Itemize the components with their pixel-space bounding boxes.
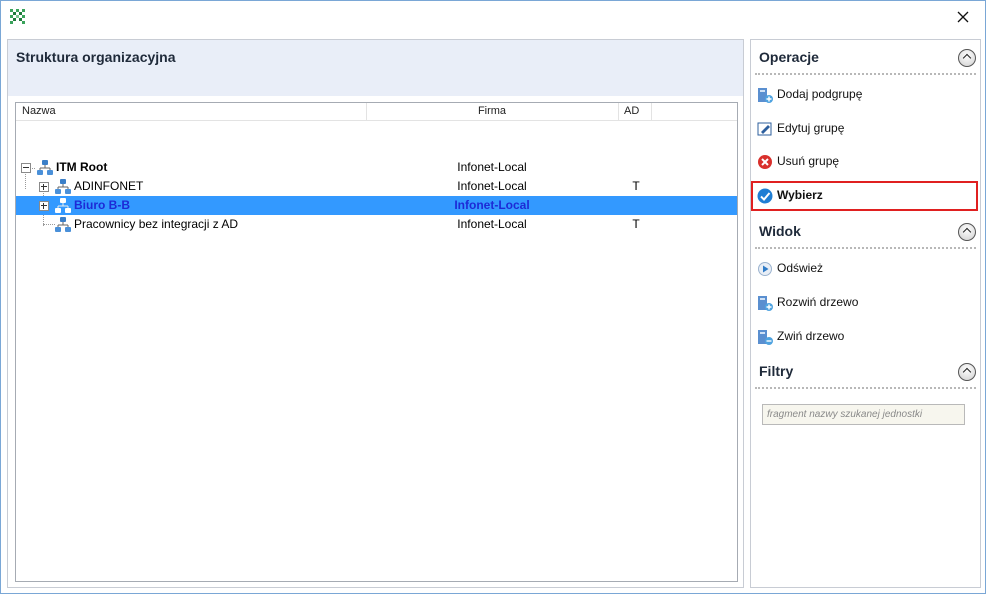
- delete-icon: [758, 155, 772, 169]
- tree-cell-name: ADINFONET: [16, 177, 366, 196]
- expand-tree-icon: [758, 296, 773, 311]
- action-label: Rozwiń drzewo: [777, 295, 859, 309]
- add-subgroup-icon: [758, 88, 773, 103]
- tree-node-label: Pracownicy bez integracji z AD: [74, 217, 239, 231]
- org-tree[interactable]: Nazwa Firma AD ITM Root Infonet-Local AD…: [15, 102, 738, 582]
- close-button[interactable]: [941, 1, 985, 32]
- tree-header: Nazwa Firma AD: [16, 103, 737, 121]
- tree-cell-ad: T: [632, 217, 640, 231]
- tree-cell-firma: Infonet-Local: [457, 160, 527, 174]
- action-label: Dodaj podgrupę: [777, 87, 863, 101]
- column-header-name[interactable]: Nazwa: [16, 103, 367, 120]
- add-subgroup-button[interactable]: Dodaj podgrupę: [752, 81, 979, 109]
- tree-node-label: Biuro B-B: [74, 198, 130, 212]
- section-divider: [755, 247, 976, 249]
- org-unit-icon: [55, 198, 71, 213]
- tree-cell-firma: Infonet-Local: [457, 217, 527, 231]
- tree-cell-ad: [618, 158, 654, 177]
- column-header-firma[interactable]: Firma: [366, 103, 619, 120]
- tree-cell-name: Pracownicy bez integracji z AD: [16, 215, 366, 234]
- action-label: Odśwież: [777, 261, 824, 275]
- collapse-tree-button[interactable]: Zwiń drzewo: [752, 323, 979, 351]
- action-label: Wybierz: [777, 188, 823, 202]
- filter-search-input[interactable]: [762, 404, 965, 425]
- tree-row[interactable]: ITM Root Infonet-Local: [16, 158, 737, 177]
- tree-cell-ad: T: [632, 179, 640, 193]
- expand-node-icon[interactable]: [39, 201, 49, 211]
- section-operacje-header: Operacje: [752, 44, 979, 72]
- tree-row[interactable]: Pracownicy bez integracji z AD Infonet-L…: [16, 215, 737, 234]
- column-header-name-label: Nazwa: [22, 105, 56, 117]
- expand-tree-button[interactable]: Rozwiń drzewo: [752, 289, 979, 317]
- title-bar: [1, 1, 985, 33]
- refresh-button[interactable]: Odśwież: [752, 255, 979, 283]
- column-header-ad-label: AD: [624, 105, 640, 117]
- tree-node-label: ADINFONET: [74, 179, 144, 193]
- column-header-firma-label: Firma: [477, 105, 507, 117]
- tree-cell-name: ITM Root: [16, 158, 366, 177]
- action-label: Usuń grupę: [777, 154, 840, 168]
- action-label: Zwiń drzewo: [777, 329, 845, 343]
- collapse-section-filtry-button[interactable]: [958, 363, 976, 381]
- section-filtry-header: Filtry: [752, 358, 979, 386]
- refresh-icon: [758, 262, 772, 276]
- panel-header: Struktura organizacyjna: [8, 40, 743, 96]
- collapse-section-operacje-button[interactable]: [958, 49, 976, 67]
- dialog-window: Struktura organizacyjna Nazwa Firma AD I…: [0, 0, 986, 594]
- section-title: Widok: [759, 223, 801, 239]
- check-icon: [757, 188, 773, 204]
- tree-row-selected[interactable]: Biuro B-B Infonet-Local: [16, 196, 737, 215]
- org-unit-icon: [55, 179, 71, 194]
- collapse-node-icon[interactable]: [21, 163, 31, 173]
- actions-panel: Operacje Dodaj podgrupę Edytuj grupę Usu…: [750, 39, 981, 588]
- column-header-ad[interactable]: AD: [618, 103, 652, 120]
- tree-node-label: ITM Root: [56, 160, 108, 174]
- panel-title: Struktura organizacyjna: [16, 49, 176, 65]
- org-structure-panel: Struktura organizacyjna Nazwa Firma AD I…: [7, 39, 744, 588]
- delete-group-button[interactable]: Usuń grupę: [752, 148, 979, 176]
- section-title: Operacje: [759, 49, 819, 65]
- section-title: Filtry: [759, 363, 794, 379]
- edit-group-icon: [757, 122, 772, 136]
- org-unit-icon: [55, 217, 71, 232]
- section-divider: [755, 73, 976, 75]
- section-divider: [755, 387, 976, 389]
- collapse-section-widok-button[interactable]: [958, 223, 976, 241]
- tree-row[interactable]: ADINFONET Infonet-Local T: [16, 177, 737, 196]
- org-unit-icon: [37, 160, 53, 175]
- select-button[interactable]: Wybierz: [751, 181, 978, 211]
- section-widok-header: Widok: [752, 218, 979, 246]
- action-label: Edytuj grupę: [777, 121, 845, 135]
- tree-cell-name: Biuro B-B: [16, 196, 366, 215]
- collapse-tree-icon: [758, 330, 773, 345]
- tree-cell-firma: Infonet-Local: [457, 179, 527, 193]
- edit-group-button[interactable]: Edytuj grupę: [752, 115, 979, 143]
- close-icon: [957, 11, 969, 22]
- checker-app-icon: [10, 9, 25, 24]
- expand-node-icon[interactable]: [39, 182, 49, 192]
- tree-cell-ad: [618, 196, 654, 215]
- tree-cell-firma: Infonet-Local: [454, 198, 530, 212]
